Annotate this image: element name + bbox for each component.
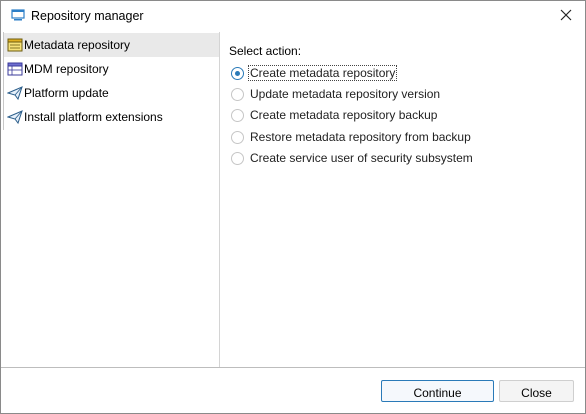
close-button[interactable]: Close — [499, 380, 574, 402]
option-label: Create metadata repository backup — [250, 108, 438, 122]
platform-update-icon — [7, 86, 23, 101]
sidebar-item-install-platform-extensions[interactable]: Install platform extensions — [4, 105, 219, 129]
option-update-metadata-repository-version[interactable]: Update metadata repository version — [229, 85, 569, 105]
option-restore-metadata-repository[interactable]: Restore metadata repository from backup — [229, 128, 569, 148]
metadata-repository-icon — [7, 38, 23, 52]
repository-manager-dialog: Repository manager Metadata repository M… — [0, 0, 586, 414]
footer-divider — [1, 367, 585, 368]
sidebar-item-platform-update[interactable]: Platform update — [4, 81, 219, 105]
close-icon[interactable] — [558, 7, 574, 23]
continue-button[interactable]: Continue — [381, 380, 494, 402]
option-label: Create metadata repository — [247, 65, 398, 81]
action-panel: Select action: Create metadata repositor… — [221, 32, 585, 367]
platform-extensions-icon — [7, 110, 23, 125]
radio-button[interactable] — [231, 109, 244, 122]
option-create-metadata-repository[interactable]: Create metadata repository — [229, 64, 569, 84]
sidebar-item-label: Platform update — [24, 86, 109, 100]
sidebar-item-label: MDM repository — [24, 62, 109, 76]
option-label: Restore metadata repository from backup — [250, 130, 471, 144]
window-title: Repository manager — [31, 9, 144, 23]
radio-button[interactable] — [231, 131, 244, 144]
sidebar: Metadata repository MDM repository Platf… — [3, 32, 220, 367]
sidebar-item-label: Install platform extensions — [24, 110, 163, 124]
option-create-metadata-repository-backup[interactable]: Create metadata repository backup — [229, 106, 569, 126]
radio-button[interactable] — [231, 152, 244, 165]
radio-button[interactable] — [231, 88, 244, 101]
sidebar-item-metadata-repository[interactable]: Metadata repository — [4, 33, 219, 57]
app-window-icon — [11, 9, 25, 21]
radio-button-checked[interactable] — [231, 67, 244, 80]
sidebar-item-label: Metadata repository — [24, 38, 131, 52]
select-action-label: Select action: — [229, 44, 302, 58]
option-label: Update metadata repository version — [250, 87, 441, 101]
title-bar: Repository manager — [1, 1, 585, 31]
mdm-repository-icon — [7, 62, 23, 76]
sidebar-item-mdm-repository[interactable]: MDM repository — [4, 57, 219, 81]
option-label: Create service user of security subsyste… — [250, 151, 473, 165]
option-create-service-user[interactable]: Create service user of security subsyste… — [229, 149, 569, 169]
